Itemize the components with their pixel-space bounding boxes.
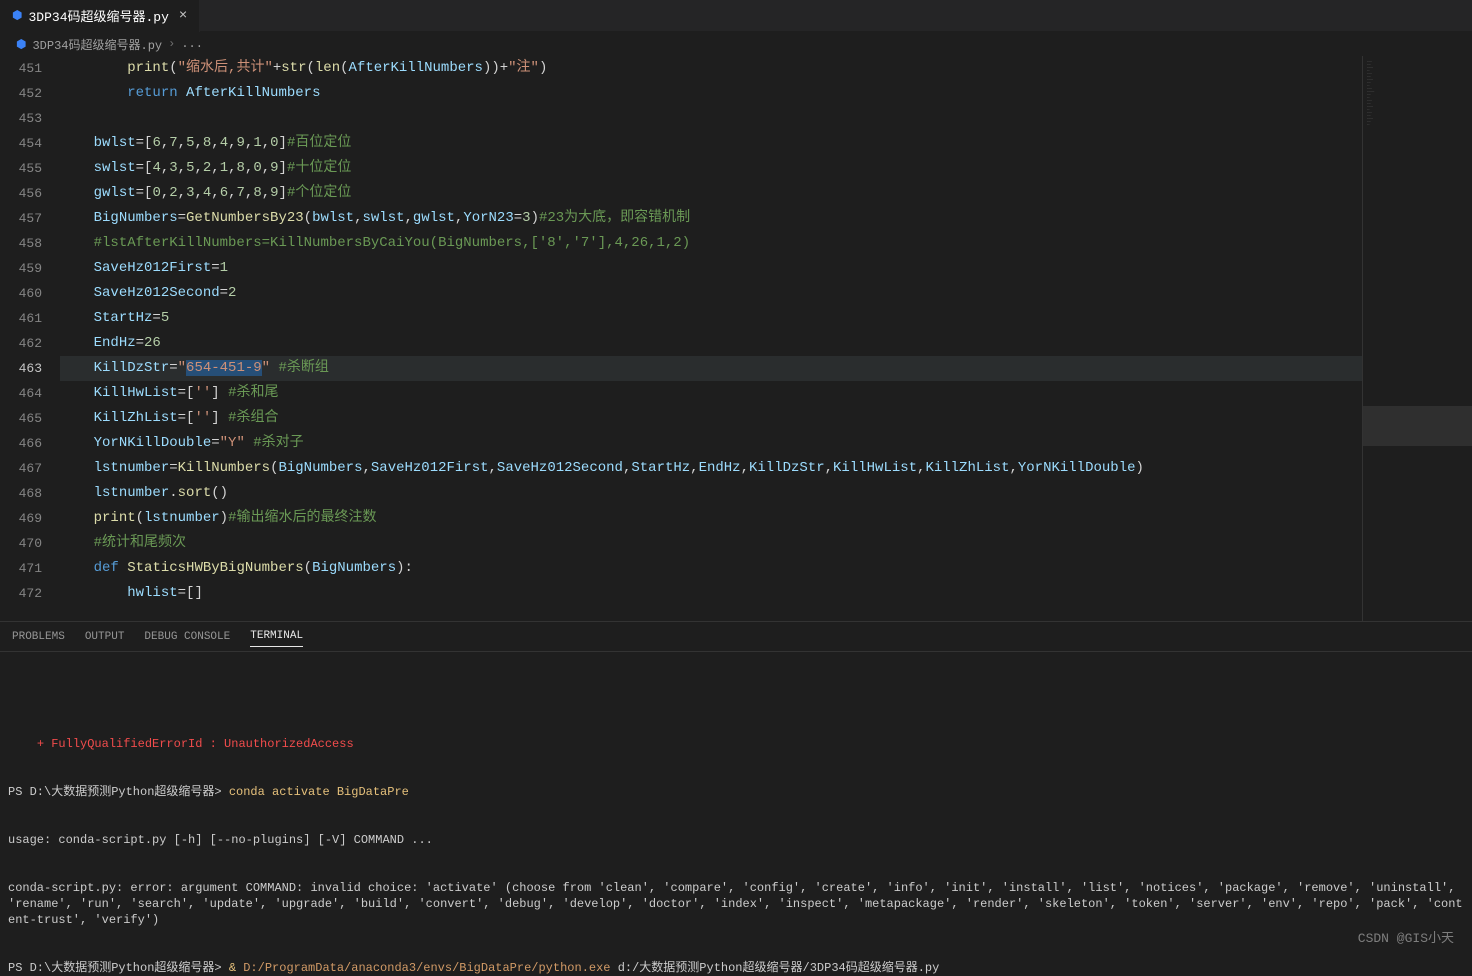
editor-tab[interactable]: ⬢ 3DP34码超级缩号器.py ×: [0, 0, 200, 32]
code-line[interactable]: print(lstnumber)#输出缩水后的最终注数: [60, 506, 1362, 531]
code-editor[interactable]: 4514524534544554564574584594604614624634…: [0, 56, 1472, 621]
line-number: 466: [0, 431, 42, 456]
tab-terminal[interactable]: TERMINAL: [250, 626, 303, 647]
line-number: 456: [0, 181, 42, 206]
line-number: 464: [0, 381, 42, 406]
close-icon[interactable]: ×: [179, 8, 187, 24]
minimap-slider[interactable]: [1363, 406, 1472, 446]
code-line[interactable]: KillDzStr="654-451-9" #杀断组: [60, 356, 1362, 381]
line-number: 463: [0, 356, 42, 381]
tab-filename: 3DP34码超级缩号器.py: [28, 6, 168, 25]
breadcrumb: ⬢ 3DP34码超级缩号器.py › ...: [0, 32, 1472, 56]
bottom-panel: PROBLEMS OUTPUT DEBUG CONSOLE TERMINAL +…: [0, 621, 1472, 976]
line-number: 467: [0, 456, 42, 481]
line-number: 457: [0, 206, 42, 231]
tab-problems[interactable]: PROBLEMS: [12, 627, 65, 647]
line-number: 458: [0, 231, 42, 256]
line-number: 462: [0, 331, 42, 356]
terminal-line: PS D:\大数据预测Python超级缩号器> & D:/ProgramData…: [8, 960, 1464, 976]
code-line[interactable]: KillZhList=[''] #杀组合: [60, 406, 1362, 431]
tab-debug-console[interactable]: DEBUG CONSOLE: [144, 627, 230, 647]
line-number: 460: [0, 281, 42, 306]
chevron-right-icon: ›: [168, 37, 175, 51]
code-line[interactable]: #lstAfterKillNumbers=KillNumbersByCaiYou…: [60, 231, 1362, 256]
line-number: 452: [0, 81, 42, 106]
line-number-gutter: 4514524534544554564574584594604614624634…: [0, 56, 60, 621]
python-icon: ⬢: [12, 8, 22, 23]
code-line[interactable]: lstnumber=KillNumbers(BigNumbers,SaveHz0…: [60, 456, 1362, 481]
tab-output[interactable]: OUTPUT: [85, 627, 125, 647]
code-line[interactable]: bwlst=[6,7,5,8,4,9,1,0]#百位定位: [60, 131, 1362, 156]
code-line[interactable]: swlst=[4,3,5,2,1,8,0,9]#十位定位: [60, 156, 1362, 181]
line-number: 468: [0, 481, 42, 506]
line-number: 455: [0, 156, 42, 181]
python-icon: ⬢: [16, 37, 26, 52]
line-number: 454: [0, 131, 42, 156]
code-line[interactable]: KillHwList=[''] #杀和尾: [60, 381, 1362, 406]
code-line[interactable]: [60, 106, 1362, 131]
breadcrumb-more[interactable]: ...: [181, 37, 203, 51]
code-line[interactable]: lstnumber.sort(): [60, 481, 1362, 506]
line-number: 459: [0, 256, 42, 281]
terminal-usage: usage: conda-script.py [-h] [--no-plugin…: [8, 832, 1464, 848]
line-number: 472: [0, 581, 42, 606]
line-number: 471: [0, 556, 42, 581]
line-number: 469: [0, 506, 42, 531]
minimap[interactable]: ▬▬▬▬▬▬▬▬▬▬▬▬▬▬▬▬▬▬▬▬▬▬▬▬▬▬▬▬▬▬▬▬▬▬▬▬▬▬▬▬…: [1362, 56, 1472, 621]
code-line[interactable]: StartHz=5: [60, 306, 1362, 331]
code-line[interactable]: EndHz=26: [60, 331, 1362, 356]
breadcrumb-file[interactable]: 3DP34码超级缩号器.py: [32, 36, 162, 53]
code-line[interactable]: gwlst=[0,2,3,4,6,7,8,9]#个位定位: [60, 181, 1362, 206]
line-number: 465: [0, 406, 42, 431]
panel-tab-bar: PROBLEMS OUTPUT DEBUG CONSOLE TERMINAL: [0, 622, 1472, 652]
terminal-error-msg: conda-script.py: error: argument COMMAND…: [8, 880, 1464, 928]
line-number: 461: [0, 306, 42, 331]
code-line[interactable]: SaveHz012First=1: [60, 256, 1362, 281]
code-line[interactable]: hwlist=[]: [60, 581, 1362, 606]
terminal-content[interactable]: + FullyQualifiedErrorId : UnauthorizedAc…: [0, 652, 1472, 976]
line-number: 453: [0, 106, 42, 131]
tab-bar: ⬢ 3DP34码超级缩号器.py ×: [0, 0, 1472, 32]
minimap-content: ▬▬▬▬▬▬▬▬▬▬▬▬▬▬▬▬▬▬▬▬▬▬▬▬▬▬▬▬▬▬▬▬▬▬▬▬▬▬▬▬…: [1363, 56, 1472, 130]
code-line[interactable]: return AfterKillNumbers: [60, 81, 1362, 106]
terminal-line: PS D:\大数据预测Python超级缩号器> conda activate B…: [8, 784, 1464, 800]
terminal-error: + FullyQualifiedErrorId : UnauthorizedAc…: [8, 736, 1464, 752]
code-line[interactable]: #统计和尾频次: [60, 531, 1362, 556]
code-line[interactable]: SaveHz012Second=2: [60, 281, 1362, 306]
code-content[interactable]: print("缩水后,共计"+str(len(AfterKillNumbers)…: [60, 56, 1362, 621]
code-line[interactable]: def StaticsHWByBigNumbers(BigNumbers):: [60, 556, 1362, 581]
line-number: 470: [0, 531, 42, 556]
code-line[interactable]: YorNKillDouble="Y" #杀对子: [60, 431, 1362, 456]
code-line[interactable]: print("缩水后,共计"+str(len(AfterKillNumbers)…: [60, 56, 1362, 81]
code-line[interactable]: BigNumbers=GetNumbersBy23(bwlst,swlst,gw…: [60, 206, 1362, 231]
line-number: 451: [0, 56, 42, 81]
